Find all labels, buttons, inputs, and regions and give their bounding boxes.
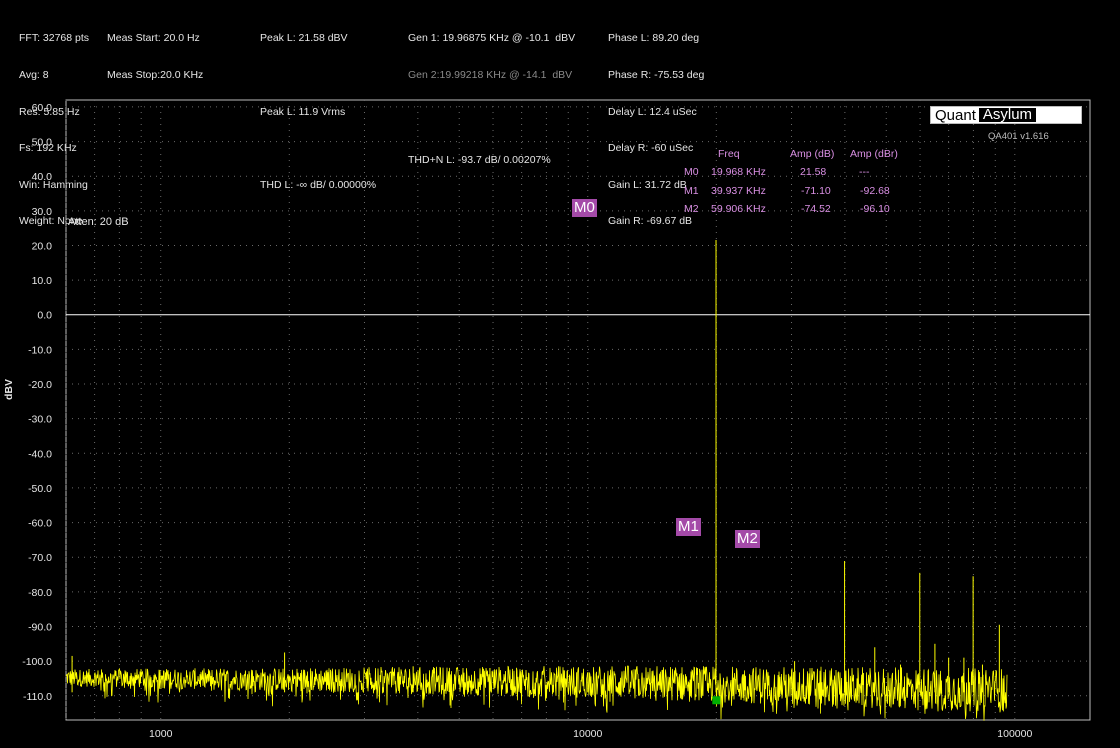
y-tick-label: 20.0 [32,240,53,252]
marker-freq: 59.906 KHz [711,202,766,215]
quantasylum-logo: Quant Asylum [930,106,1082,124]
y-tick-label: 40.0 [32,171,53,183]
y-tick-label: 60.0 [32,102,53,114]
y-tick-label: 10.0 [32,275,53,287]
cursor-marker [712,696,721,705]
marker-amp: -71.10 [801,184,831,197]
marker-label-m2[interactable]: M2 [735,530,760,548]
marker-freq: 39.937 KHz [711,184,766,197]
marker-amp: -74.52 [801,202,831,215]
col-amp-header: Amp (dB) [790,148,835,160]
y-tick-label: -110.0 [23,691,52,703]
x-tick-label: 10000 [573,728,602,740]
logo-part2: Asylum [978,107,1037,122]
y-tick-label: -90.0 [28,621,52,633]
y-tick-label: -50.0 [28,483,52,495]
y-tick-label: 50.0 [32,137,53,149]
marker-id: M0 [684,166,699,179]
y-tick-label: -30.0 [28,414,52,426]
y-tick-label: -100.0 [22,656,52,668]
y-tick-label: -20.0 [28,379,52,391]
y-tick-label: -10.0 [28,344,52,356]
attenuation-label: Atten: 20 dB [68,216,129,228]
x-tick-label: 1000 [149,728,173,740]
marker-label-m1[interactable]: M1 [676,518,701,536]
plot-frame [65,99,1091,721]
y-tick-label: -70.0 [28,552,52,564]
marker-ampr: --- [859,166,870,179]
y-tick-label: 30.0 [32,206,53,218]
marker-id: M2 [684,202,699,215]
x-tick-label: 100000 [997,728,1032,740]
y-tick-label: 0.0 [37,310,52,322]
version-label: QA401 v1.616 [988,131,1049,142]
marker-id: M1 [684,184,699,197]
y-tick-label: -40.0 [28,448,52,460]
marker-ampr: -92.68 [860,184,890,197]
col-freq-header: Freq [718,148,740,160]
y-axis-label: dBV [3,379,15,400]
marker-label-m0[interactable]: M0 [572,199,597,217]
y-tick-label: -80.0 [28,587,52,599]
logo-part1: Quant [935,107,976,124]
spectrum-trace [65,665,1008,721]
marker-freq: 19.968 KHz [711,166,766,179]
col-ampr-header: Amp (dBr) [850,148,898,160]
y-tick-label: -60.0 [28,518,52,530]
marker-ampr: -96.10 [860,202,890,215]
marker-amp: 21.58 [800,166,827,179]
